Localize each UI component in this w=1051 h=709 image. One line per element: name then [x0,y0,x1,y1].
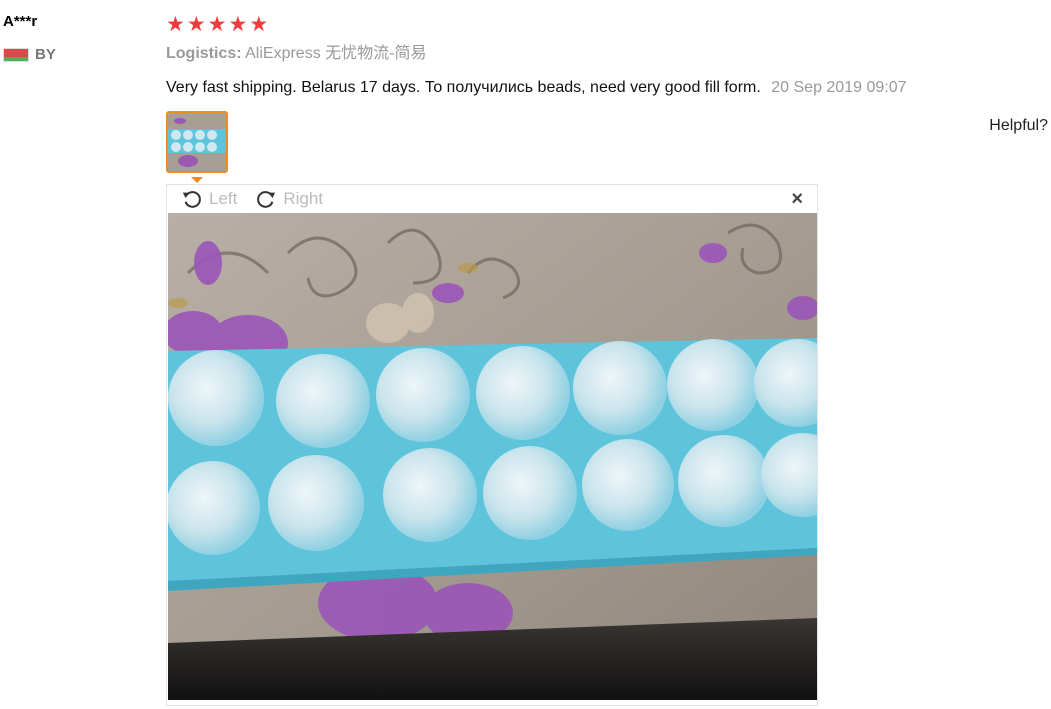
review-body: ★ ★ ★ ★ ★ Logistics: AliExpress 无忧物流-简易 … [166,12,1051,183]
rotate-left-icon [182,191,201,208]
review-photo-thumbnail[interactable] [166,111,228,173]
rotate-right-label: Right [283,189,324,208]
star-icon: ★ [186,12,206,36]
rotate-right-button[interactable]: Right [255,188,323,210]
helpful-link[interactable]: Helpful? [989,117,1048,135]
rotate-left-button[interactable]: Left [181,188,237,210]
close-icon[interactable]: × [791,189,803,209]
review-date: 20 Sep 2019 09:07 [771,79,907,96]
review-thumbnails [166,111,228,183]
thumbnail-active-caret [191,177,203,183]
reviewer-country: BY [3,46,153,63]
country-code: BY [35,46,56,63]
star-icon: ★ [207,12,227,36]
rotate-left-label: Left [209,189,238,208]
logistics-info: Logistics: AliExpress 无忧物流-简易 [166,44,1051,64]
belarus-flag-icon [3,47,29,62]
reviewer-info: A***r BY [3,12,153,63]
star-rating: ★ ★ ★ ★ ★ [166,12,1051,36]
review-text-line: Very fast shipping. Belarus 17 days. То … [166,78,1051,98]
viewer-toolbar: Left Right × [167,185,817,213]
review-text: Very fast shipping. Belarus 17 days. То … [166,79,761,96]
rotate-right-icon [257,191,276,208]
logistics-value: AliExpress 无忧物流-简易 [245,45,427,62]
star-icon: ★ [228,12,248,36]
reviewer-name: A***r [3,13,38,30]
photo-viewer: Left Right × [166,184,818,706]
logistics-label: Logistics: [166,45,242,62]
review-photo [168,213,817,700]
star-icon: ★ [166,12,185,36]
star-icon: ★ [249,12,269,36]
